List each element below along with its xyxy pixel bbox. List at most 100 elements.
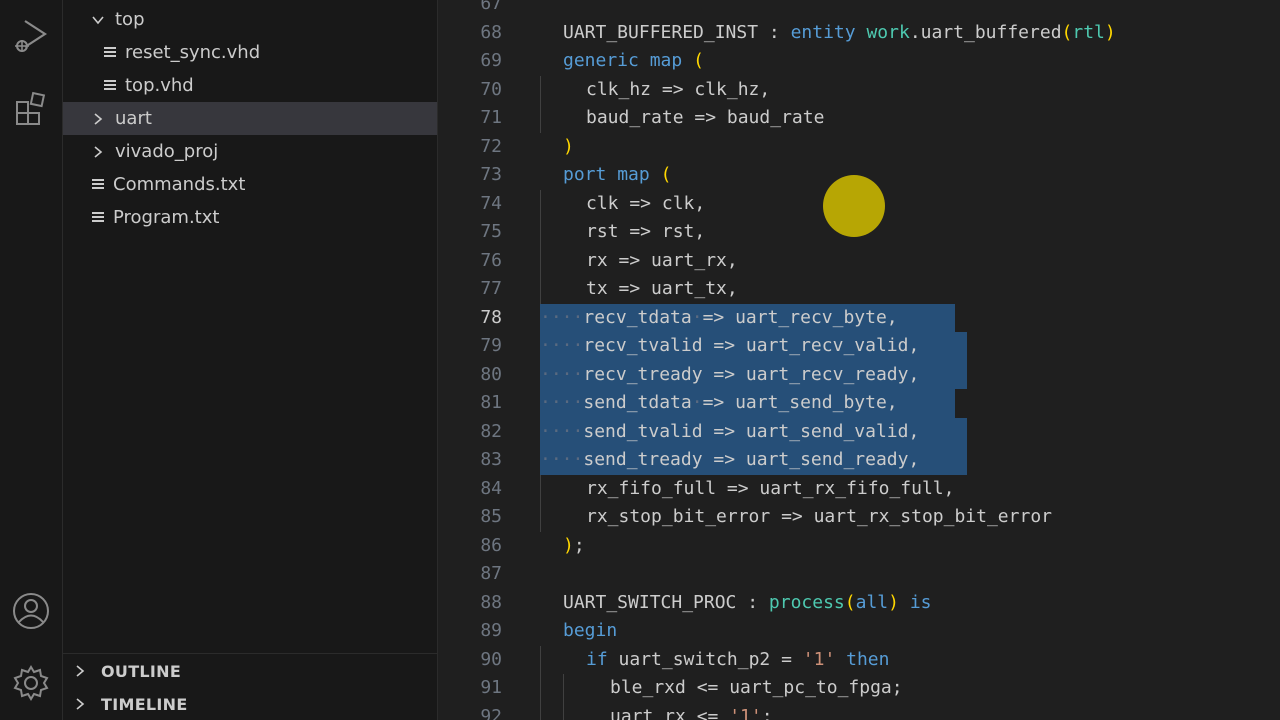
tree-item-label: vivado_proj [115,141,219,162]
whitespace-marker: ···· [540,363,584,385]
line-number: 70 [480,78,502,100]
line-number: 69 [480,50,502,71]
settings-gear-icon[interactable] [7,659,55,707]
code-editor[interactable]: 67 68 UART_BUFFERED_INST : entity work.uar… [438,0,1280,720]
code-token: clk => clk, [586,192,706,214]
line-number: 91 [480,677,502,698]
keyword-token: all [855,591,889,613]
tree-folder-top[interactable]: top [63,3,437,36]
bracket-token: ( [844,591,856,613]
tree-file-program[interactable]: Program.txt [63,201,437,234]
keyword-token: entity [790,21,856,43]
code-token: => uart_recv_byte, [702,306,898,328]
tree-item-label: uart [115,108,152,129]
keyword-token: map [617,164,650,185]
whitespace-marker: ···· [540,449,584,470]
code-text: if uart_switch_p2 = '1' then [586,646,889,675]
code-token: ; [573,534,585,556]
timeline-panel-header[interactable]: TIMELINE [63,688,437,720]
code-token: .uart_buffered [909,21,1062,43]
code-token: tx => uart_tx, [586,278,738,299]
tree-folder-vivado-proj[interactable]: vivado_proj [63,135,437,168]
code-line: 76 rx => uart_rx, [438,246,1280,275]
code-token: ; [761,705,773,720]
line-number: 80 [480,363,502,385]
line-number: 78 [480,306,502,328]
code-line: 72) [438,133,1280,162]
code-line: 78 ····recv_tdata·=> uart_recv_byte, [438,303,1280,332]
code-token: send_tready => uart_send_ready, [583,449,920,470]
code-text: ble_rxd <= uart_pc_to_fpga; [610,674,903,703]
indent-guide [540,104,541,133]
whitespace-marker: ···· [540,335,584,356]
code-text: rx_fifo_full => uart_rx_fifo_full, [586,475,954,504]
line-number: 92 [480,705,502,720]
bracket-token: ) [563,135,574,157]
code-text: clk_hz => clk_hz, [586,76,770,105]
code-text: rst => rst, [586,218,705,247]
line-number: 89 [480,620,502,641]
indent-guide [540,645,541,674]
code-token: recv_tdata [583,306,692,328]
line-number: 81 [480,392,502,413]
string-token: '1' [802,648,836,670]
tree-file-commands[interactable]: Commands.txt [63,168,437,201]
line-number: 88 [480,591,502,613]
code-token: uart_switch_p2 = [607,648,803,670]
line-number: 86 [480,534,502,556]
bracket-token: ) [563,534,574,556]
code-line: 68 UART_BUFFERED_INST : entity work.uart_… [438,19,1280,48]
code-line: 77 tx => uart_tx, [438,275,1280,304]
accounts-icon[interactable] [7,587,55,635]
line-number: 75 [480,221,502,242]
code-text: tx => uart_tx, [586,275,738,304]
tree-file-reset-sync[interactable]: reset_sync.vhd [63,36,437,69]
whitespace-marker: ···· [540,420,584,442]
code-text: clk => clk, [586,190,705,219]
tree-folder-uart[interactable]: uart [63,102,437,135]
code-line: 70 clk_hz => clk_hz, [438,75,1280,105]
indent-guide [563,702,564,720]
code-text: begin [563,617,617,646]
code-text: baud_rate => baud_rate [586,104,824,133]
line-number: 68 [480,21,502,43]
panel-divider [63,653,437,654]
code-token: rx_stop_bit_error => uart_rx_stop_bit_er… [586,506,1052,527]
code-line: 84 rx_fifo_full => uart_rx_fifo_full, [438,474,1280,504]
entity-token: work [866,21,910,43]
chevron-right-icon [71,662,89,680]
line-number: 77 [480,278,502,299]
code-text: UART_BUFFERED_INST : entity work.uart_bu… [563,19,1116,48]
code-line: 79 ····recv_tvalid => uart_recv_valid, [438,332,1280,361]
code-text: UART_SWITCH_PROC : process(all) is [563,589,932,618]
code-token: uart_rx <= [610,705,730,720]
code-line: 91 ble_rxd <= uart_pc_to_fpga; [438,674,1280,703]
text-file-icon [91,211,105,225]
whitespace-marker: ···· [540,392,584,413]
keyword-token: map [649,50,683,71]
indent-guide [540,189,541,218]
indent-guide [540,218,541,247]
code-text: ); [563,532,585,561]
tree-item-label: Commands.txt [113,174,246,195]
string-token: '1' [729,705,762,720]
keyword-token: generic [563,50,639,71]
code-line: 86); [438,532,1280,561]
code-line: 71 baud_rate => baud_rate [438,104,1280,133]
outline-panel-header[interactable]: OUTLINE [63,655,437,687]
extensions-icon[interactable] [7,84,55,132]
code-text: ····recv_tready => uart_recv_ready, [540,361,919,390]
tree-file-top-vhd[interactable]: top.vhd [63,69,437,102]
code-token: baud_rate => baud_rate [586,107,825,128]
run-debug-icon[interactable] [7,11,55,59]
indent-guide [540,246,541,275]
code-text: ····send_tvalid => uart_send_valid, [540,418,919,447]
indent-guide [540,75,541,104]
code-token: clk_hz => clk_hz, [586,78,771,100]
keyword-token: then [846,648,890,670]
whitespace-marker: · [691,392,703,413]
